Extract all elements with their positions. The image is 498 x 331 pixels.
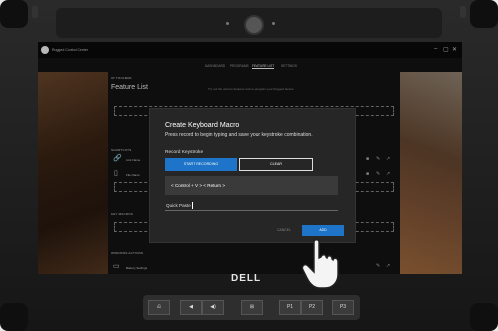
p2-hw-button[interactable]: P2 [301,300,323,315]
sensor-dot [226,22,229,25]
bumper-top-right [470,0,498,28]
volume-down-hw-button[interactable]: ◀ [180,300,202,315]
bumper-bottom-right [470,303,498,331]
dell-brand-logo: DELL [231,273,262,284]
bumper-top-left [0,0,28,28]
volume-up-hw-button[interactable]: ◀) [202,300,224,315]
create-macro-dialog: Create Keyboard Macro Press record to be… [149,108,356,243]
dialog-title: Create Keyboard Macro [165,122,240,129]
p1-hw-button[interactable]: P1 [279,300,301,315]
latch [32,6,38,18]
keystroke-display: < Control + V > < Return > [165,176,338,195]
windows-hw-button[interactable]: ⊞ [241,300,263,315]
macro-name-input[interactable]: Quick Paste [165,200,338,211]
p3-hw-button[interactable]: P3 [332,300,354,315]
dialog-subtitle: Press record to begin typing and save yo… [165,132,313,138]
back-hw-button[interactable]: ⎌ [148,300,170,315]
start-recording-button[interactable]: START RECORDING [165,158,237,171]
text-caret [191,202,193,210]
rugged-tablet-frame: Rugged Control Center – ▢ ✕ DASHBOARD PR… [0,0,498,331]
cancel-button[interactable]: CANCEL [271,226,297,235]
macro-name-value: Quick Paste [166,203,191,208]
latch [460,6,466,18]
screen: Rugged Control Center – ▢ ✕ DASHBOARD PR… [38,42,462,274]
add-button[interactable]: ADD [302,225,344,236]
clear-button[interactable]: CLEAR [239,158,313,171]
camera-icon [244,15,264,35]
record-keystroke-label: Record Keystroke [165,150,204,155]
bumper-bottom-left [0,303,28,331]
pointing-hand-icon [301,239,339,289]
sensor-dot [272,22,275,25]
